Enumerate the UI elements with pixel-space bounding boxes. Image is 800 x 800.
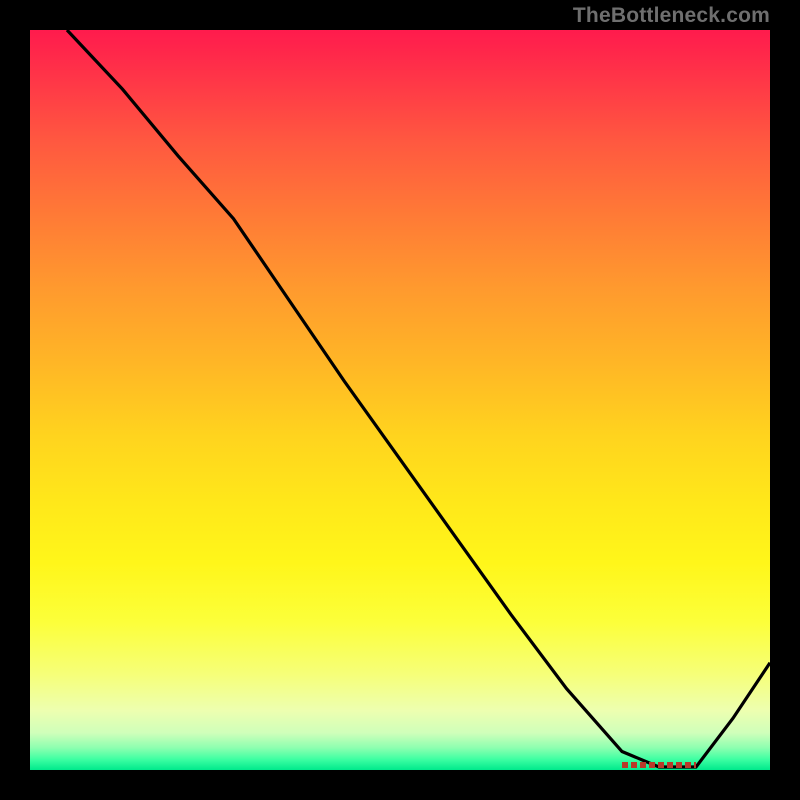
chart-curve	[30, 30, 770, 770]
chart-plot-area	[30, 30, 770, 770]
attribution-text: TheBottleneck.com	[573, 4, 770, 28]
optimum-marker	[622, 762, 696, 768]
bottleneck-curve-path	[67, 30, 770, 767]
